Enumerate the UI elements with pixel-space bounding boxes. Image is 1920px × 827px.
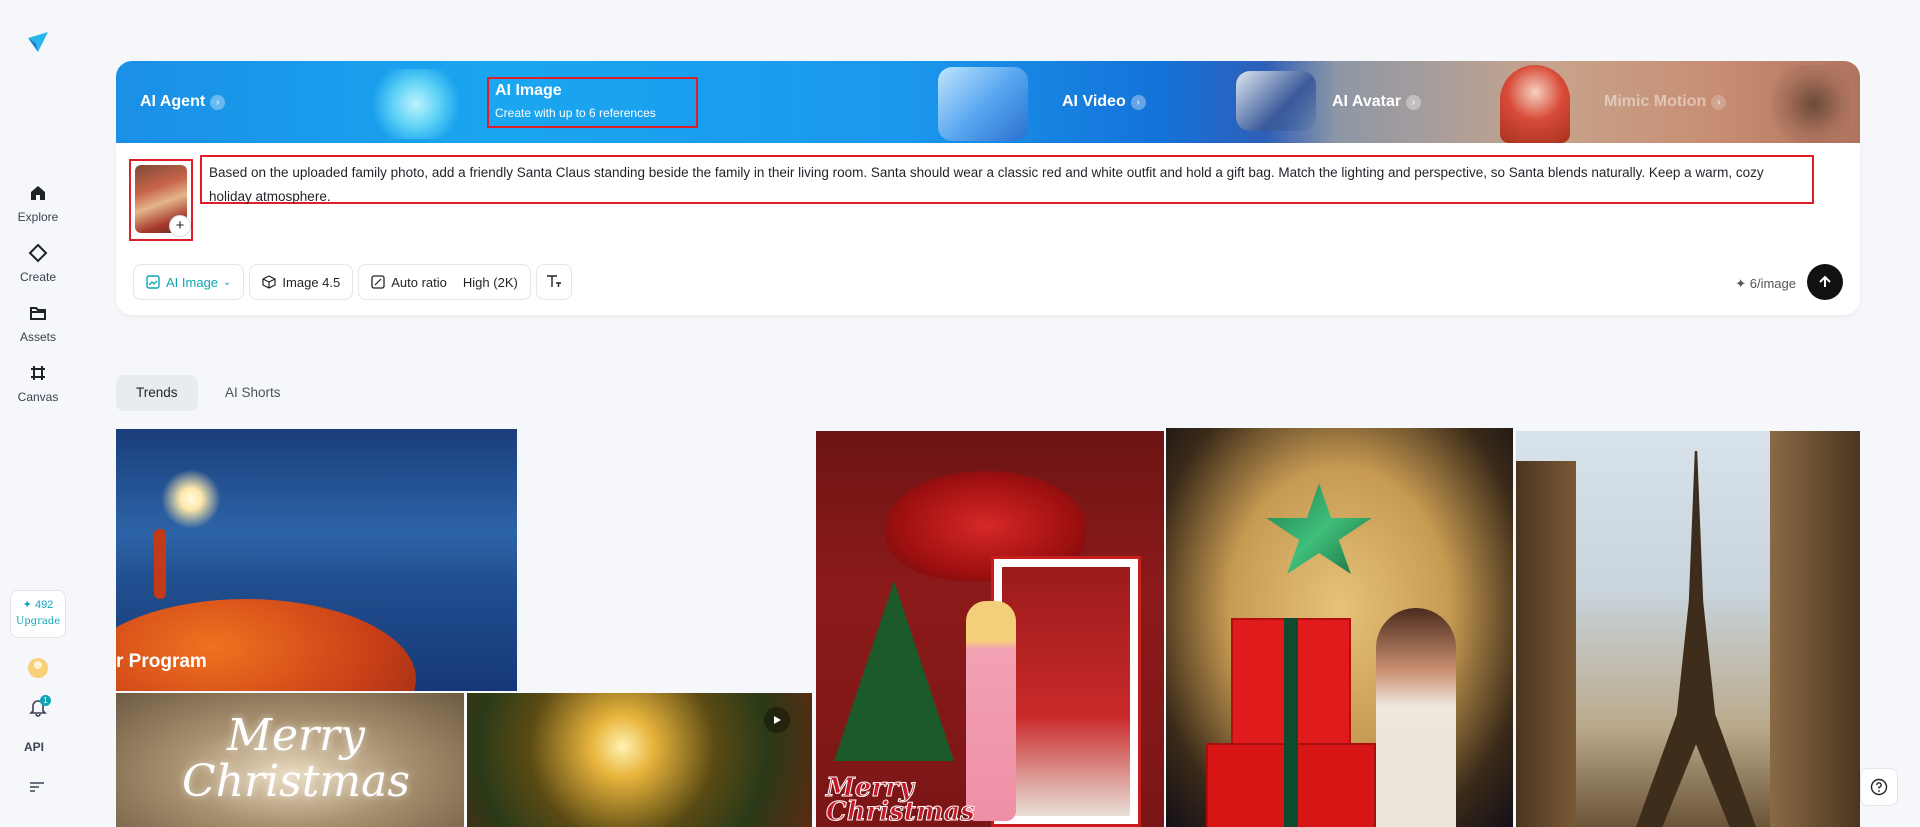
- feed-tile[interactable]: Merry Christmas: [116, 693, 464, 827]
- chevron-right-icon: ›: [210, 94, 226, 110]
- text-format-icon: [546, 274, 562, 291]
- tab-ai-agent[interactable]: AI Agent ›: [140, 61, 226, 143]
- tab-label: AI Video: [1062, 93, 1126, 110]
- image-icon: [146, 275, 160, 289]
- model-label: Image 4.5: [282, 274, 341, 290]
- credits-upgrade-box[interactable]: ✦ 492 Upgrade: [10, 590, 66, 638]
- feed-tile[interactable]: [1516, 431, 1860, 827]
- tab-trends[interactable]: Trends: [116, 375, 198, 411]
- question-icon: [1870, 778, 1888, 796]
- tab-label: AI Image: [495, 82, 562, 99]
- tab-label: AI Avatar: [1332, 93, 1402, 110]
- aspect-ratio-icon: [371, 275, 385, 289]
- prompt-card: + Based on the uploaded family photo, ad…: [116, 143, 1860, 315]
- upgrade-link[interactable]: Upgrade: [11, 616, 65, 627]
- tab-label: AI Agent: [140, 93, 206, 110]
- send-button[interactable]: [1807, 264, 1843, 300]
- tab-ai-image[interactable]: AI Image Create with up to 6 references: [487, 77, 698, 128]
- chevron-right-icon: ›: [1406, 94, 1422, 110]
- feed-tile[interactable]: r Program: [116, 429, 517, 691]
- api-link[interactable]: API: [24, 740, 44, 754]
- ratio-quality-select[interactable]: Auto ratio High (2K): [358, 264, 531, 300]
- avatar[interactable]: [28, 658, 48, 678]
- home-icon: [27, 182, 49, 204]
- tab-subtitle: Create with up to 6 references: [495, 106, 656, 120]
- ratio-label: Auto ratio: [391, 274, 447, 290]
- sidebar-item-canvas[interactable]: Canvas: [8, 362, 68, 416]
- text-style-button[interactable]: [535, 264, 572, 300]
- mode-label: AI Image: [166, 274, 219, 290]
- feed-tile[interactable]: [1166, 428, 1513, 827]
- sidebar-item-assets[interactable]: Assets: [8, 302, 68, 356]
- prompt-input[interactable]: Based on the uploaded family photo, add …: [200, 155, 1814, 204]
- tab-ai-avatar[interactable]: AI Avatar ›: [1332, 61, 1422, 143]
- help-button[interactable]: [1860, 768, 1898, 806]
- quality-label: High (2K): [462, 274, 518, 290]
- mode-banner: AI Agent › AI Image Create with up to 6 …: [116, 61, 1860, 143]
- mimic-illustration: [1770, 65, 1850, 143]
- tile-caption: r Program: [116, 651, 207, 672]
- arrow-up-icon: [1819, 275, 1831, 287]
- tab-ai-video[interactable]: AI Video ›: [1062, 61, 1146, 143]
- chevron-right-icon: ›: [1130, 94, 1146, 110]
- chevron-right-icon: ›: [1711, 94, 1727, 110]
- tile-caption: Merry Christmas: [182, 710, 410, 807]
- cube-icon: [262, 275, 277, 289]
- notification-badge: 1: [40, 695, 51, 706]
- reference-image-slot[interactable]: +: [129, 159, 193, 241]
- credits-count: ✦ 492: [22, 599, 54, 611]
- sidebar-item-label: Create: [19, 270, 57, 284]
- play-icon[interactable]: [764, 707, 790, 733]
- app-logo-icon[interactable]: [24, 28, 52, 56]
- sidebar: Explore Create Assets Canvas ✦ 492 Upgra…: [0, 0, 76, 827]
- agent-illustration: [366, 69, 466, 139]
- sidebar-item-label: Explore: [17, 210, 59, 224]
- tab-label: Mimic Motion: [1604, 93, 1707, 110]
- feed-tile[interactable]: [467, 693, 812, 827]
- sidebar-item-label: Canvas: [17, 390, 59, 404]
- tile-caption: Merry Christmas: [826, 773, 976, 827]
- sidebar-item-explore[interactable]: Explore: [8, 182, 68, 236]
- feed-tile[interactable]: Merry Christmas: [816, 431, 1164, 827]
- credit-cost: ✦ 6/image: [1735, 276, 1796, 291]
- add-reference-button[interactable]: +: [169, 215, 191, 237]
- sidebar-item-label: Assets: [19, 330, 56, 344]
- folder-icon: [27, 302, 49, 324]
- menu-icon[interactable]: [29, 780, 45, 792]
- chevron-down-icon: ⌄: [223, 276, 232, 288]
- avatar-character-illustration: [1500, 65, 1570, 143]
- video-illustration: [938, 67, 1028, 141]
- tab-ai-shorts[interactable]: AI Shorts: [205, 375, 301, 411]
- generation-toolbar: AI Image ⌄ Image 4.5 Auto ratio High (2K…: [133, 264, 572, 300]
- diamond-icon: [27, 242, 49, 264]
- avatar-illustration: [1236, 71, 1316, 131]
- model-select[interactable]: Image 4.5: [249, 264, 354, 300]
- hash-crop-icon: [27, 362, 49, 384]
- tab-mimic-motion[interactable]: Mimic Motion ›: [1604, 61, 1727, 143]
- sidebar-item-create[interactable]: Create: [8, 242, 68, 296]
- mode-select[interactable]: AI Image ⌄: [133, 264, 245, 300]
